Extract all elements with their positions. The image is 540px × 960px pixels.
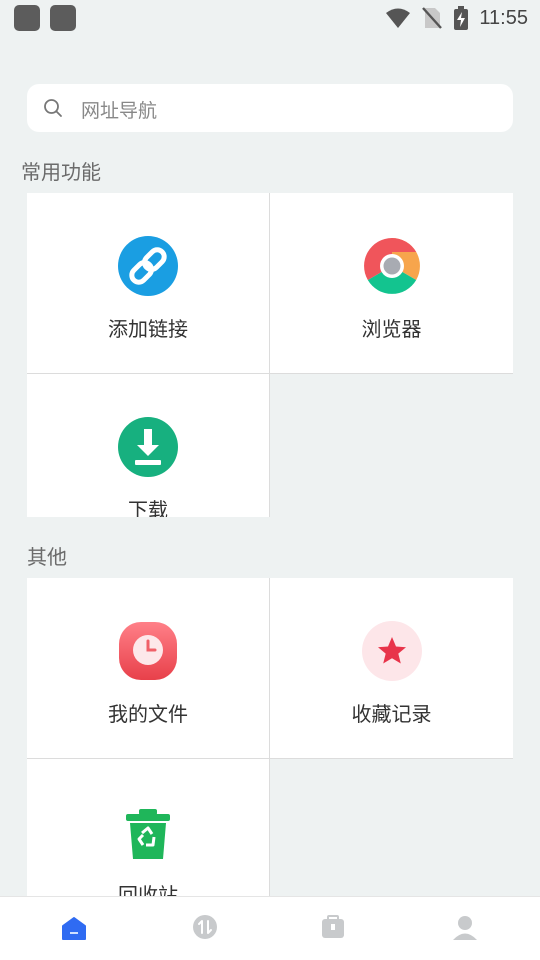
no-sim-icon xyxy=(422,7,443,29)
notification-icon xyxy=(14,5,40,31)
favorites-tile[interactable]: 收藏记录 xyxy=(270,578,513,758)
grid-divider xyxy=(27,758,513,759)
search-bar[interactable]: 网址导航 xyxy=(27,84,513,132)
add-link-label: 添加链接 xyxy=(108,317,188,341)
wifi-icon xyxy=(386,8,411,28)
grid-divider xyxy=(269,578,270,896)
profile-icon[interactable] xyxy=(451,913,479,941)
clock-icon xyxy=(119,622,177,680)
download-icon xyxy=(118,417,178,477)
notification-icon xyxy=(50,5,76,31)
star-icon xyxy=(361,621,422,681)
status-bar: 11:55 xyxy=(0,0,540,36)
chrome-icon xyxy=(363,238,420,294)
browser-label: 浏览器 xyxy=(361,317,422,341)
home-icon[interactable] xyxy=(60,913,88,941)
section-title-other: 其他 xyxy=(27,545,67,569)
toolbox-icon[interactable] xyxy=(319,913,347,941)
download-tile[interactable]: 下载 xyxy=(27,374,269,517)
bottom-nav xyxy=(0,896,540,960)
grid-divider xyxy=(27,373,513,374)
download-label: 下载 xyxy=(128,498,168,517)
browser-tile[interactable]: 浏览器 xyxy=(270,193,513,373)
my-files-tile[interactable]: 我的文件 xyxy=(27,578,269,758)
section-title-common: 常用功能 xyxy=(21,160,101,184)
recycle-bin-label: 回收站 xyxy=(118,883,178,896)
recycle-bin-icon xyxy=(126,809,170,859)
search-placeholder: 网址导航 xyxy=(81,100,158,122)
recycle-bin-tile[interactable]: 回收站 xyxy=(27,759,269,896)
my-files-label: 我的文件 xyxy=(108,702,188,726)
grid-divider xyxy=(269,193,270,517)
battery-icon xyxy=(454,6,469,30)
clock-time: 11:55 xyxy=(479,6,528,29)
add-link-tile[interactable]: 添加链接 xyxy=(27,193,269,373)
link-icon xyxy=(118,236,178,296)
search-icon xyxy=(44,99,62,117)
transfer-icon[interactable] xyxy=(191,913,219,941)
favorites-label: 收藏记录 xyxy=(351,702,432,726)
